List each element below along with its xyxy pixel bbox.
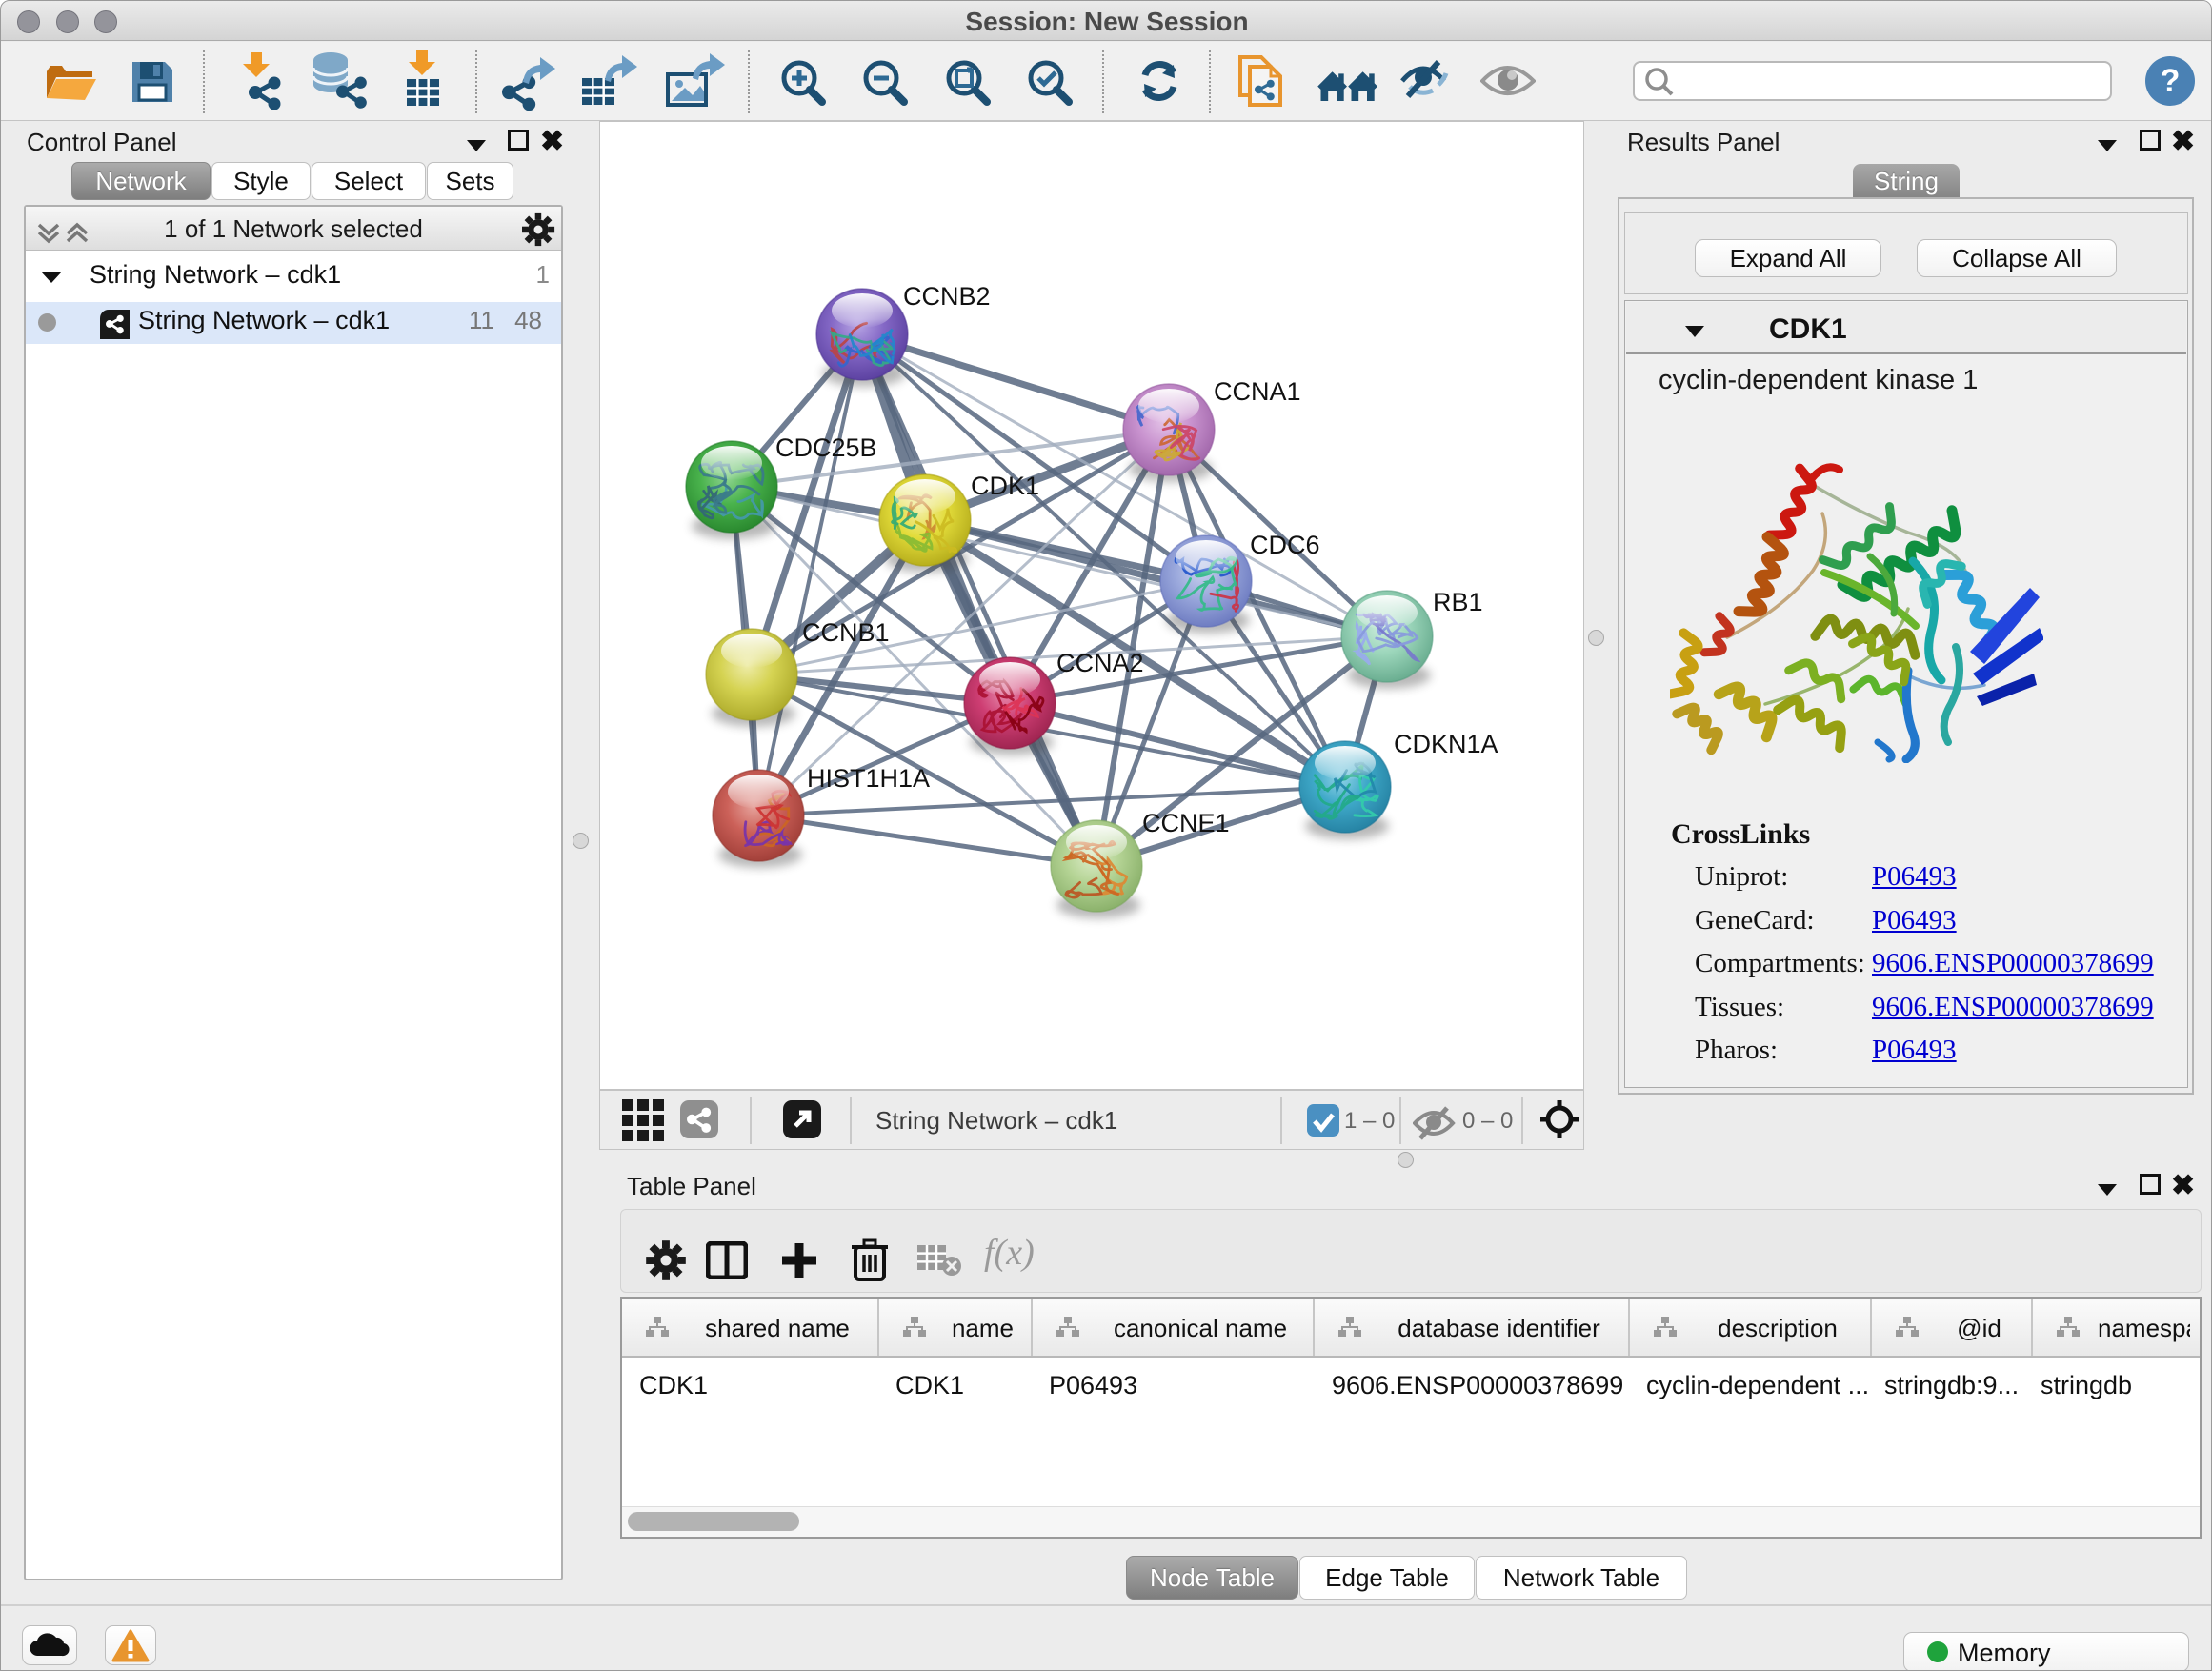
svg-text:CDC25B: CDC25B [775,433,877,462]
svg-text:CCNB2: CCNB2 [903,282,991,311]
svg-text:CCNE1: CCNE1 [1142,809,1230,837]
svg-text:CDC6: CDC6 [1250,531,1320,559]
svg-text:CDK1: CDK1 [971,472,1039,500]
svg-text:RB1: RB1 [1433,588,1483,616]
svg-text:HIST1H1A: HIST1H1A [807,764,930,793]
svg-text:CCNA2: CCNA2 [1056,649,1144,677]
svg-text:CCNA1: CCNA1 [1214,377,1301,406]
svg-text:CDKN1A: CDKN1A [1394,730,1498,758]
svg-text:CCNB1: CCNB1 [802,618,890,647]
